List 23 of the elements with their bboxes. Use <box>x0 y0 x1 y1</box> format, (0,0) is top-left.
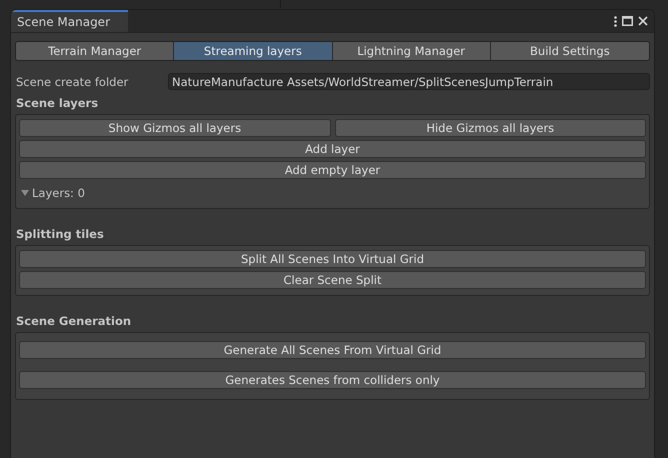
tab[interactable]: Terrain Manager <box>16 42 174 60</box>
close-icon[interactable] <box>638 16 648 26</box>
maximize-icon[interactable] <box>622 16 633 26</box>
section-title: Scene Generation <box>15 314 132 328</box>
tab[interactable]: Build Settings <box>490 42 649 60</box>
folder-input-field[interactable]: NatureManufacture Assets/WorldStreamer/SplitScenesJumpTerrain <box>168 73 650 90</box>
action-button[interactable]: Hide Gizmos all layers <box>334 119 646 137</box>
tab[interactable]: Lightning Manager <box>332 42 491 60</box>
action-button[interactable]: Add empty layer <box>19 161 646 179</box>
tab[interactable]: Streaming layers <box>174 42 332 60</box>
triangle-icon <box>21 189 29 197</box>
section-title: Splitting tiles <box>15 227 105 241</box>
action-button[interactable]: Split All Scenes Into Virtual Grid <box>19 250 646 268</box>
action-button[interactable]: Generate All Scenes From Virtual Grid <box>19 341 646 359</box>
field-label: Scene create folder <box>15 74 130 88</box>
action-button[interactable]: Add layer <box>19 140 646 158</box>
action-button[interactable]: Clear Scene Split <box>19 271 646 289</box>
foldout-toggle[interactable]: Layers: 0 <box>19 182 646 202</box>
action-button[interactable]: Show Gizmos all layers <box>19 119 330 137</box>
more-options-icon[interactable] <box>614 16 617 26</box>
window-title[interactable]: Scene Manager <box>11 10 128 32</box>
section-title: Scene layers <box>15 96 100 110</box>
action-button[interactable]: Generates Scenes from colliders only <box>19 371 646 389</box>
